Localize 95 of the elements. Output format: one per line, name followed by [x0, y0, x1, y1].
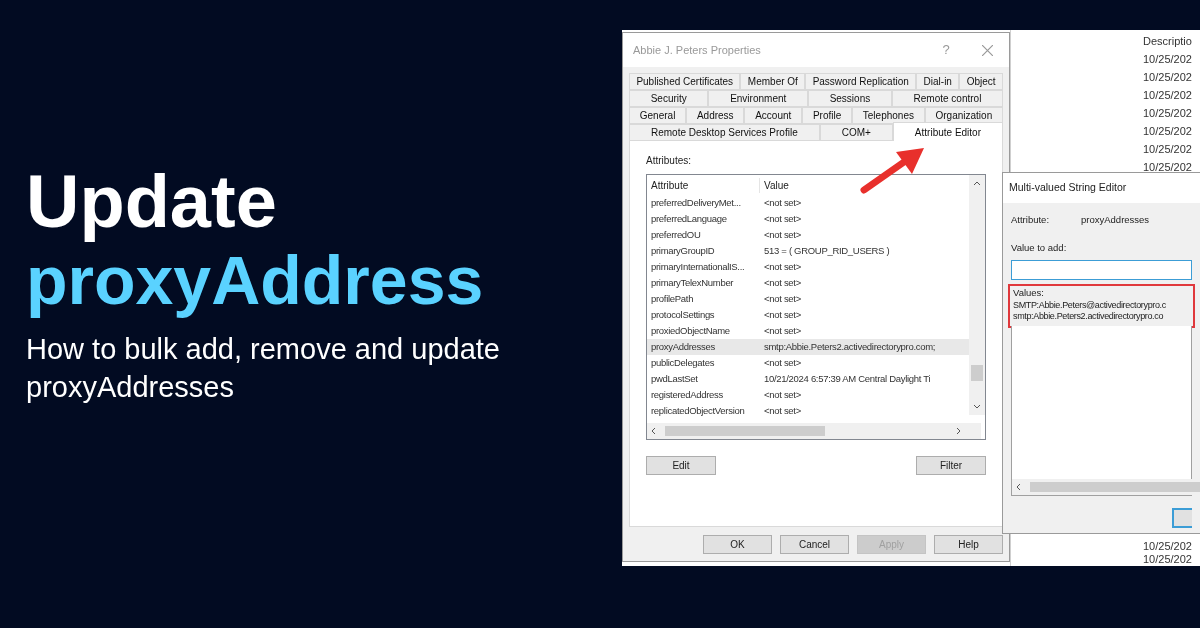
tab[interactable]: Attribute Editor	[892, 122, 1003, 141]
dialog-button[interactable]	[1172, 507, 1192, 528]
value-input[interactable]	[1011, 259, 1192, 280]
tab[interactable]: Sessions	[807, 90, 892, 107]
attribute-row[interactable]: replicatedObjectVersion <not set>	[647, 403, 969, 419]
attribute-name: primaryGroupID	[650, 243, 716, 258]
tab[interactable]: Environment	[708, 90, 808, 107]
tab[interactable]: Dial-in	[916, 73, 960, 90]
tab[interactable]: Profile	[802, 107, 852, 124]
attribute-row[interactable]: preferredLanguage <not set>	[647, 211, 969, 227]
attribute-row[interactable]: proxyAddresses smtp:Abbie.Peters2.activedirectorypro.com;	[647, 339, 969, 355]
values-label: Values:	[1013, 285, 1045, 300]
headline: Update	[26, 160, 278, 244]
date-cell-text: 10/25/202	[1143, 52, 1193, 67]
horizontal-scrollbar[interactable]	[1012, 478, 1200, 495]
tab[interactable]: Password Replication	[805, 73, 917, 90]
attribute-name: primaryTelexNumber	[650, 275, 735, 290]
attribute-value: <not set>	[763, 195, 801, 210]
attribute-name: replicatedObjectVersion	[650, 403, 746, 418]
attribute-value: <not set>	[763, 355, 801, 370]
attribute-row[interactable]: primaryTelexNumber <not set>	[647, 275, 969, 291]
tab[interactable]: Telephones	[852, 107, 925, 124]
tab[interactable]: Security	[629, 90, 709, 107]
attribute-value: 10/21/2024 6:57:39 AM Central Daylight Ti	[763, 371, 931, 386]
attribute-value: <not set>	[763, 307, 801, 322]
value-to-add-label: Value to add:	[1011, 241, 1068, 256]
attribute-value: <not set>	[763, 227, 801, 242]
attribute-name: preferredOU	[650, 227, 702, 242]
attribute-name: protocolSettings	[650, 307, 716, 322]
dialog-button[interactable]: Filter	[916, 456, 986, 475]
attribute-value: <not set>	[763, 403, 801, 418]
value-item[interactable]: smtp:Abbie.Peters2.activedirectorypro.co	[1013, 310, 1190, 322]
attribute-value: <not set>	[763, 323, 801, 338]
tab[interactable]: Remote Desktop Services Profile	[629, 124, 820, 141]
date-cell-text: 10/25/202	[1143, 70, 1193, 85]
dialog-button[interactable]: Cancel	[780, 534, 849, 554]
tab[interactable]: Remote control	[891, 90, 1004, 107]
tab[interactable]: Address	[686, 107, 745, 124]
tab[interactable]: Published Certificates	[629, 73, 741, 90]
attribute-row[interactable]: primaryGroupID 513 = ( GROUP_RID_USERS )	[647, 243, 969, 259]
attribute-row[interactable]: preferredOU <not set>	[647, 227, 969, 243]
column-header: Value	[763, 178, 789, 193]
attribute-name: publicDelegates	[650, 355, 716, 370]
dialog-button[interactable]: OK	[703, 534, 772, 554]
attribute-value: proxyAddresses	[1081, 213, 1150, 227]
attribute-value: smtp:Abbie.Peters2.activedirectorypro.com;	[763, 339, 936, 354]
attribute-value: 513 = ( GROUP_RID_USERS )	[763, 243, 890, 258]
attribute-name: pwdLastSet	[650, 371, 699, 386]
attribute-label: Attribute:	[1011, 213, 1051, 227]
attribute-row[interactable]: profilePath <not set>	[647, 291, 969, 307]
tab[interactable]: Object	[959, 73, 1003, 90]
headline: proxyAddress	[26, 242, 485, 320]
column-header: Attribute	[647, 177, 760, 193]
attribute-value: <not set>	[763, 387, 801, 402]
close-icon[interactable]	[982, 44, 993, 56]
attribute-value: <not set>	[763, 275, 801, 290]
tab[interactable]: Member Of	[740, 73, 806, 90]
dialog-button[interactable]: Edit	[646, 456, 716, 475]
dialog-button[interactable]: Help	[934, 534, 1003, 554]
attribute-name: registeredAddress	[650, 387, 724, 402]
date-cell-text: 10/25/202	[1143, 540, 1193, 553]
vertical-scrollbar[interactable]	[969, 175, 985, 415]
attribute-row[interactable]: protocolSettings <not set>	[647, 307, 969, 323]
attribute-row[interactable]: publicDelegates <not set>	[647, 355, 969, 371]
tab[interactable]: General	[629, 107, 687, 124]
subtitle: How to bulk add, remove and update proxyAddresses	[26, 332, 501, 405]
attribute-name: preferredLanguage	[650, 211, 728, 226]
value-item[interactable]: SMTP:Abbie.Peters@activedirectorypro.c	[1013, 299, 1190, 311]
attribute-row[interactable]: proxiedObjectName <not set>	[647, 323, 969, 339]
date-cell-text: 10/25/202	[1143, 88, 1193, 103]
date-cell-text: 10/25/202	[1143, 142, 1193, 157]
tab[interactable]: Account	[744, 107, 803, 124]
attribute-name: proxiedObjectName	[650, 323, 731, 338]
attributes-label: Attributes:	[646, 154, 693, 168]
date-cell-text: 10/25/202	[1143, 553, 1193, 566]
attribute-name: profilePath	[650, 291, 695, 306]
window-title: Multi-valued String Editor	[1009, 180, 1127, 196]
date-cell-text: 10/25/202	[1143, 160, 1193, 175]
attribute-value: <not set>	[763, 259, 801, 274]
arrow-annotation	[860, 146, 926, 196]
attribute-row[interactable]: primaryInternationalIS... <not set>	[647, 259, 969, 275]
tab[interactable]: COM+	[819, 124, 893, 141]
attribute-value: <not set>	[763, 291, 801, 306]
column-header: Descriptio	[1143, 34, 1193, 49]
horizontal-scrollbar[interactable]	[647, 423, 981, 439]
date-cell-text: 10/25/202	[1143, 124, 1193, 139]
attribute-row[interactable]: registeredAddress <not set>	[647, 387, 969, 403]
attribute-name: primaryInternationalIS...	[650, 259, 746, 274]
attribute-name: preferredDeliveryMet...	[650, 195, 742, 210]
attribute-row[interactable]: pwdLastSet 10/21/2024 6:57:39 AM Central Daylight Ti	[647, 371, 969, 387]
attribute-value: <not set>	[763, 211, 801, 226]
date-cell-text: 10/25/202	[1143, 106, 1193, 121]
attribute-row[interactable]: preferredDeliveryMet... <not set>	[647, 195, 969, 211]
window-title: Abbie J. Peters Properties	[633, 42, 762, 58]
attribute-name: proxyAddresses	[650, 339, 716, 354]
